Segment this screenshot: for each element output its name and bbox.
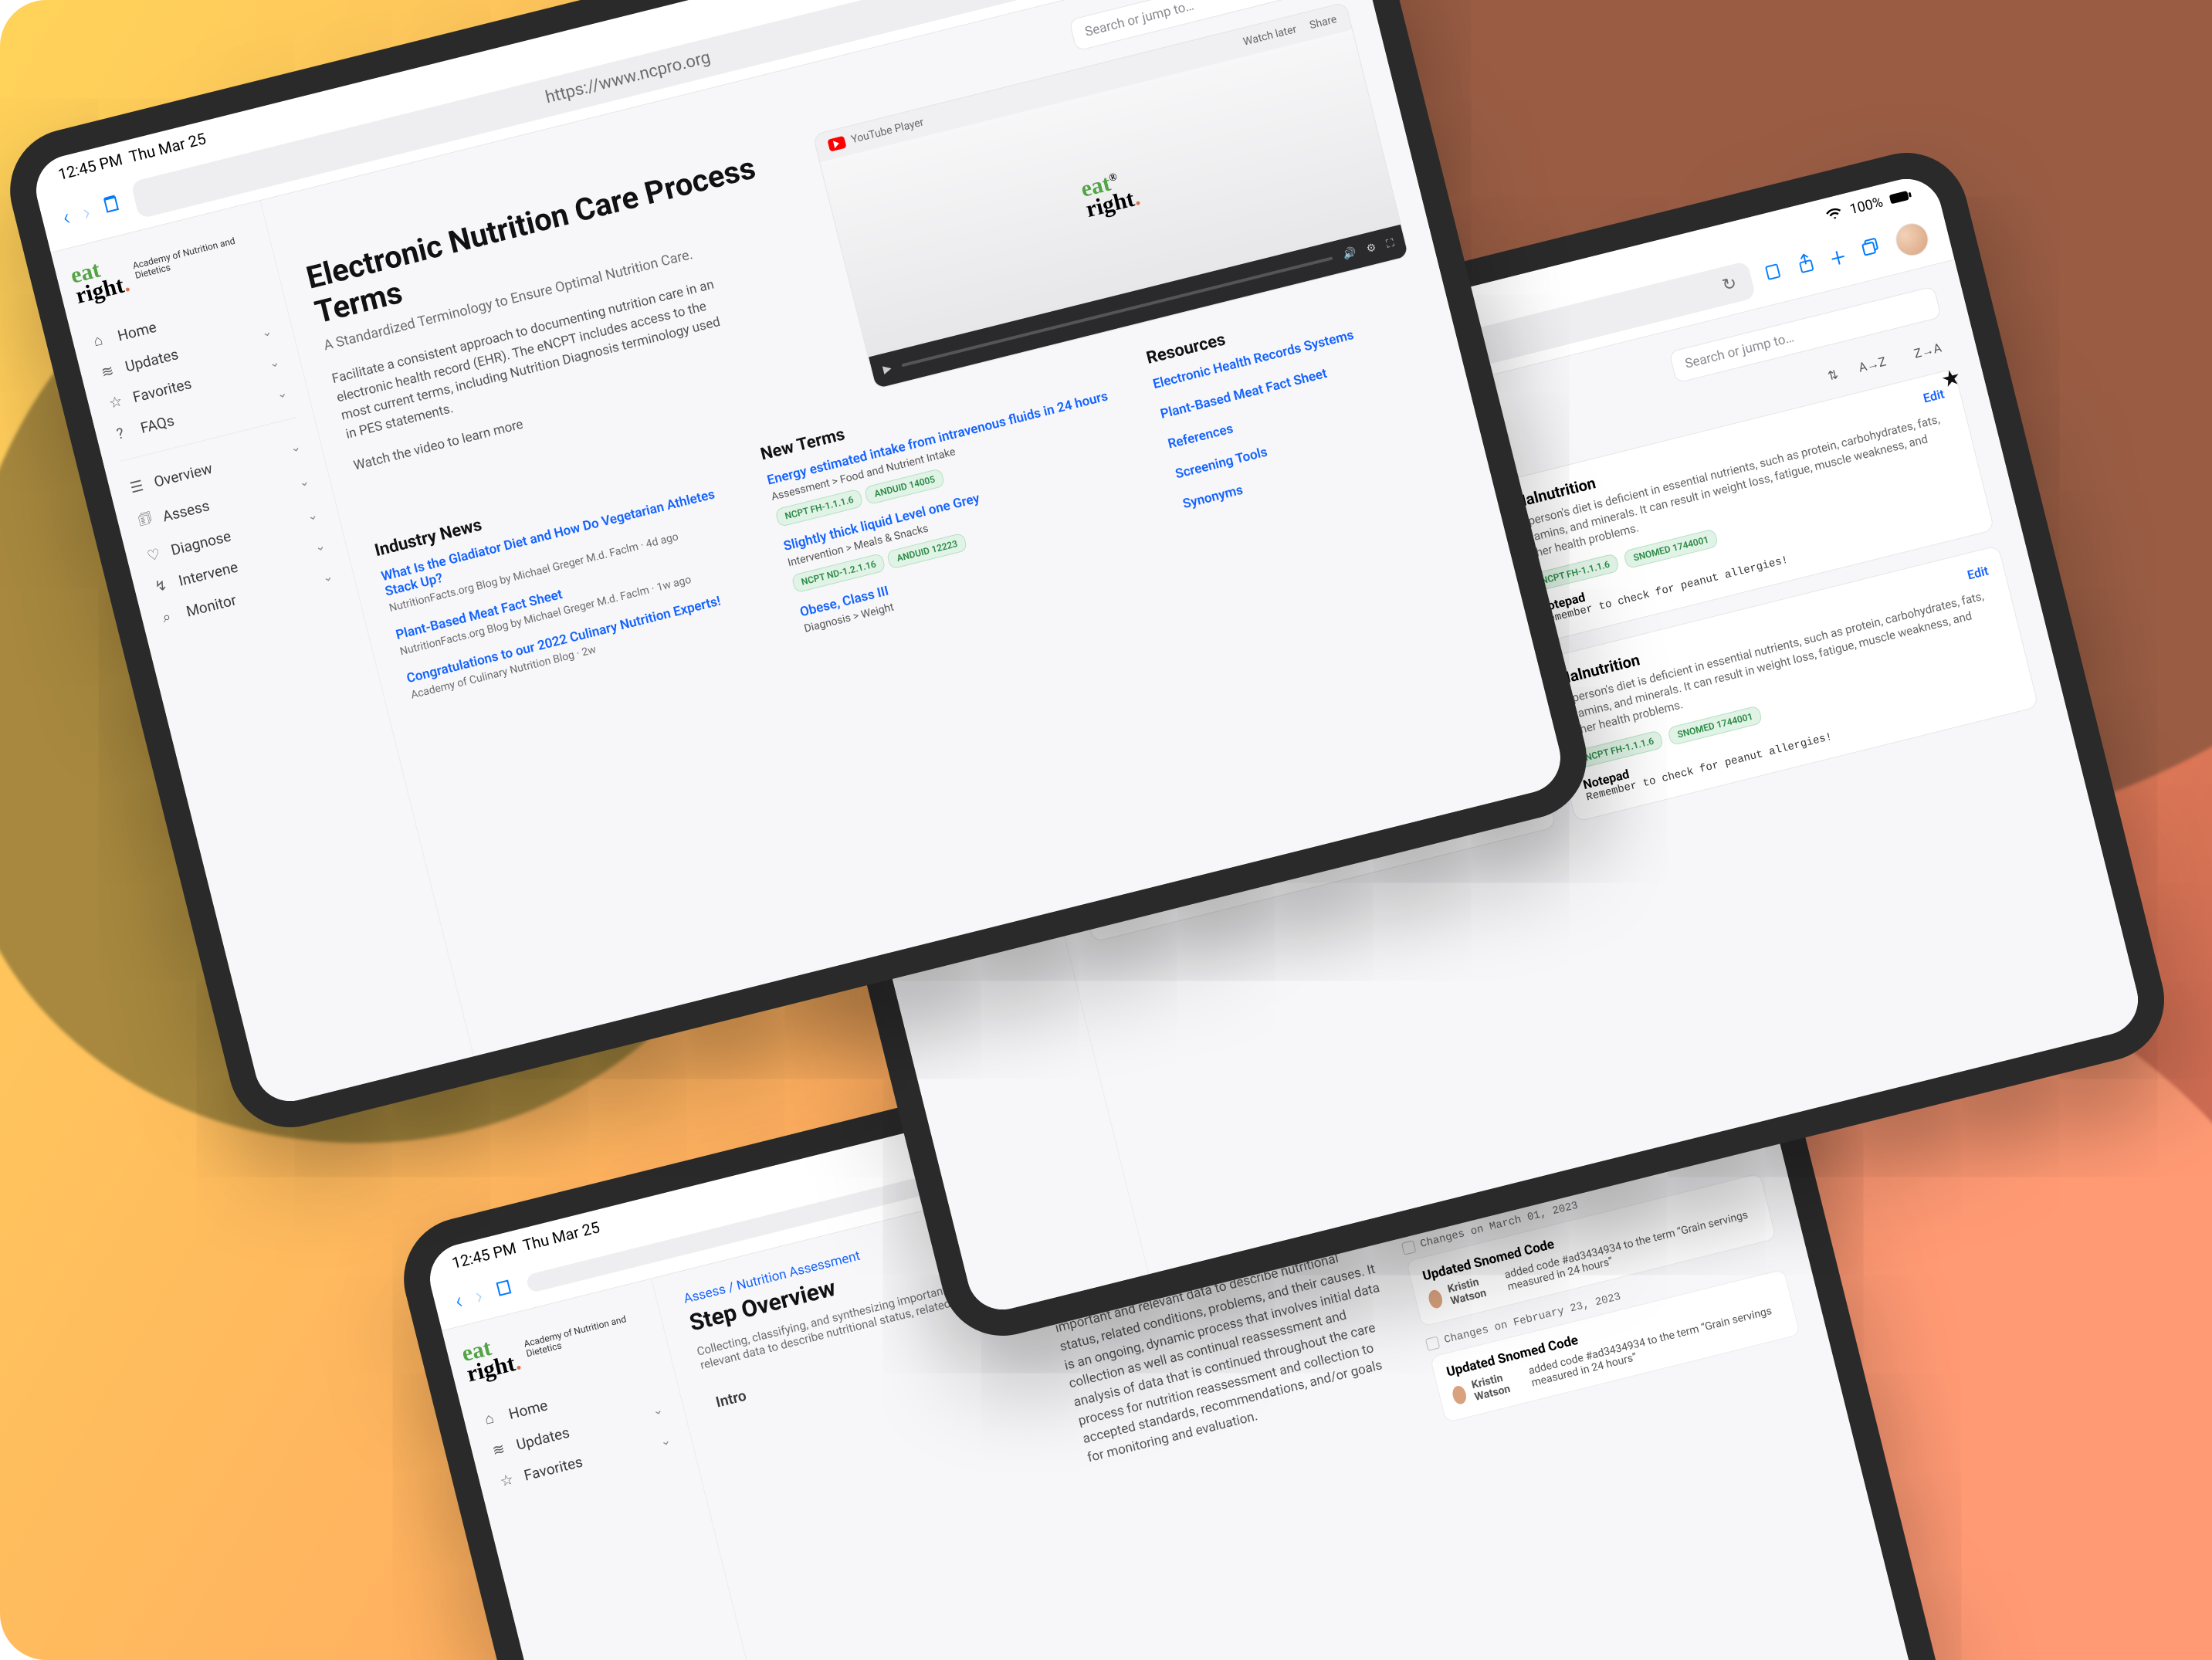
brand-subline: Academy of Nutrition and Dietetics	[523, 1309, 649, 1360]
wifi-icon	[1824, 205, 1844, 222]
bookmarks-button[interactable]	[493, 1275, 517, 1303]
chevron-down-icon: ⌄	[275, 385, 289, 401]
tabs-icon[interactable]	[1859, 235, 1883, 263]
share-button[interactable]: Share	[1309, 13, 1338, 32]
sort-za-button[interactable]: Z→A	[1904, 334, 1952, 368]
reader-icon[interactable]	[1762, 260, 1784, 286]
reload-icon[interactable]: ↻	[1720, 273, 1739, 296]
doc-icon: ☰	[128, 476, 147, 496]
battery-percent: 100%	[1848, 194, 1885, 218]
brand-subline: Academy of Nutrition and Dietetics	[132, 231, 259, 281]
help-icon: ?	[115, 422, 134, 443]
forward-button[interactable]: ›	[80, 198, 93, 226]
battery-icon	[1888, 189, 1912, 205]
star-icon: ☆	[107, 391, 127, 412]
new-tab-icon[interactable]: +	[1827, 241, 1848, 274]
home-icon: ⌂	[92, 329, 111, 351]
avatar[interactable]	[1892, 219, 1932, 259]
bolt-icon: ↯	[153, 574, 172, 595]
back-button[interactable]: ‹	[452, 1287, 466, 1315]
avatar	[1427, 1289, 1445, 1309]
share-icon[interactable]	[1795, 251, 1817, 279]
rss-icon: ≋	[100, 361, 119, 381]
back-button[interactable]: ‹	[59, 204, 73, 232]
search-icon: ⌕	[161, 605, 180, 626]
clipboard-icon: 🗊	[136, 506, 157, 534]
bookmarks-button[interactable]	[100, 192, 124, 220]
sort-az-button[interactable]: A→Z	[1848, 347, 1896, 382]
forward-button[interactable]: ›	[473, 1282, 486, 1310]
heart-icon: ♡	[145, 544, 164, 565]
chevron-down-icon: ⌄	[267, 354, 281, 371]
youtube-icon	[828, 136, 847, 152]
avatar	[1451, 1384, 1468, 1405]
chevron-down-icon: ⌄	[259, 324, 273, 340]
